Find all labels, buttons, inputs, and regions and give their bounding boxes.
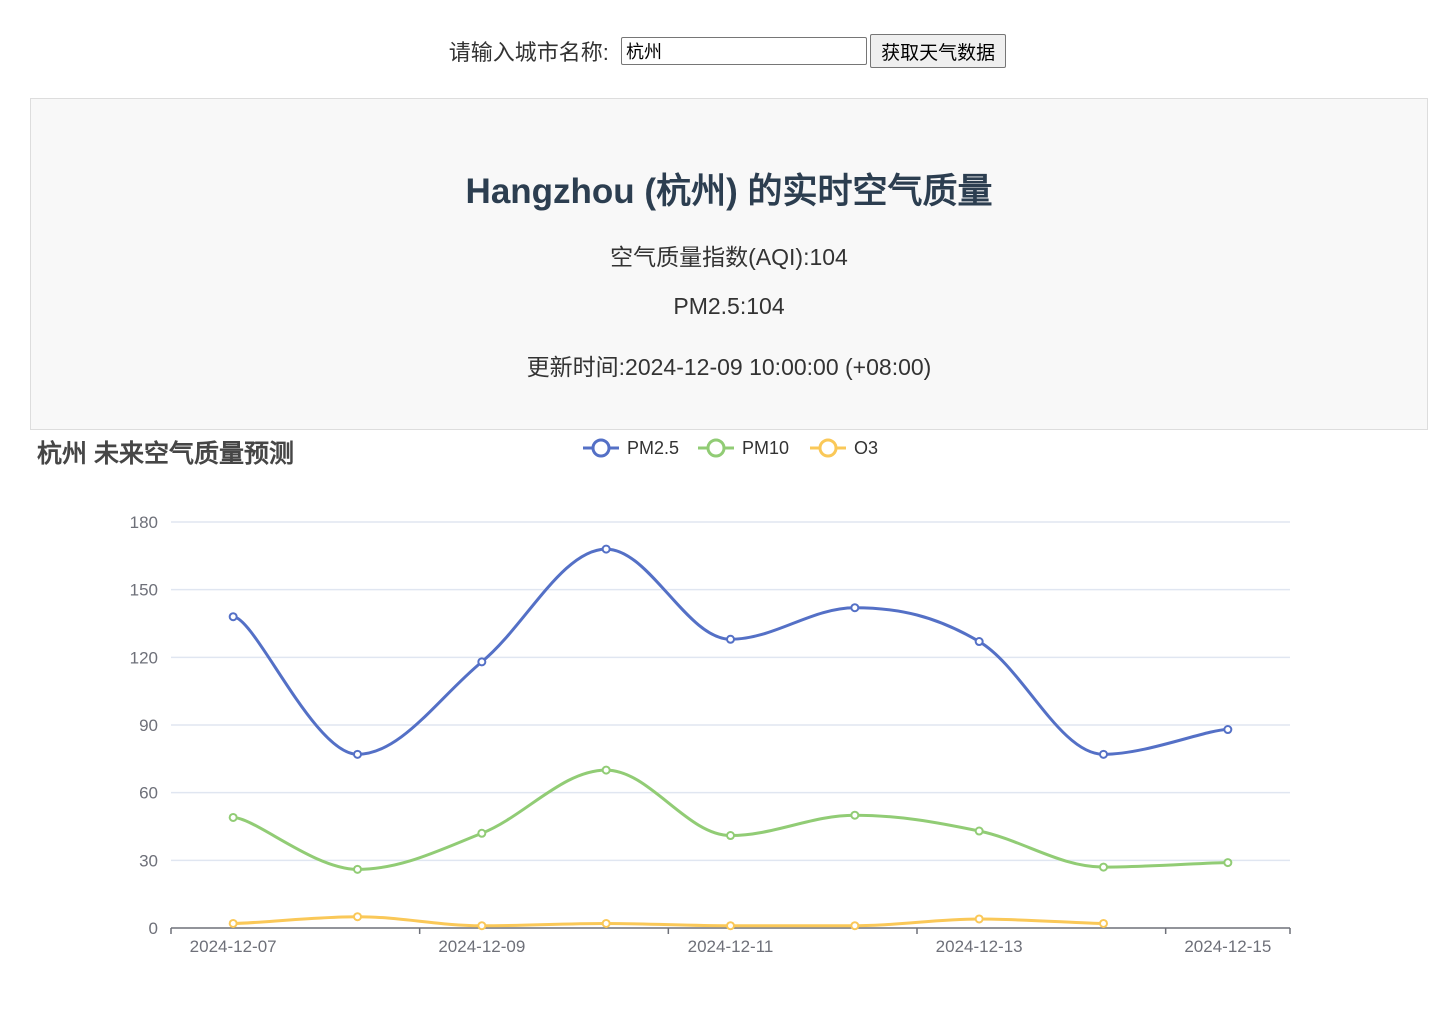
data-point[interactable] [974,826,984,836]
data-point[interactable] [353,864,362,874]
forecast-line-chart: 0 30 60 90 120 150 180 2024-12-07 2024-12-09 2024… [130,438,1291,956]
data-point[interactable] [601,765,611,775]
data-point[interactable] [726,634,735,644]
city-input[interactable] [621,37,868,65]
legend-marker [818,438,838,458]
data-point[interactable] [850,921,860,931]
pm25-value-text: PM2.5:104 [673,293,785,319]
data-point[interactable] [726,921,735,931]
fetch-weather-button[interactable]: 获取天气数据 [870,34,1007,68]
series-line-pm25 [232,547,1228,756]
data-point[interactable] [477,921,487,931]
data-point[interactable] [974,914,984,924]
data-point[interactable] [1223,858,1233,868]
aqi-value-text: 空气质量指数(AQI):104 [610,244,848,270]
city-input-label: 请输入城市名称: [448,40,609,65]
data-point[interactable] [353,749,362,759]
data-point[interactable] [477,828,487,838]
data-point[interactable] [726,831,735,841]
data-point[interactable] [1099,918,1108,928]
series-line-o3 [233,915,1104,928]
legend-label: PM10 [742,438,789,458]
data-point[interactable] [228,918,238,928]
y-tick-label: 150 [130,581,158,600]
legend-item[interactable]: PM10 [698,438,789,458]
data-point[interactable] [850,603,860,613]
x-tick-label: 2024-12-07 [190,937,277,956]
data-point[interactable] [477,657,487,667]
legend-item[interactable]: O3 [810,438,878,458]
data-point[interactable] [228,612,238,622]
legend-marker [706,438,726,458]
legend-label: O3 [854,438,878,458]
update-time-text: 更新时间:2024-12-09 10:00:00 (+08:00) [526,354,932,380]
data-point[interactable] [601,544,611,554]
data-point[interactable] [850,810,860,820]
x-tick-label: 2024-12-11 [688,937,774,956]
aqi-panel-title: Hangzhou (杭州) 的实时空气质量 [465,172,993,211]
search-bar: 请输入城市名称: 获取天气数据 [0,34,1455,68]
data-point[interactable] [1099,862,1108,872]
y-tick-label: 120 [130,648,158,667]
realtime-aqi-panel: Hangzhou (杭州) 的实时空气质量 空气质量指数(AQI):104 PM… [30,98,1428,430]
legend-label: PM2.5 [627,438,679,458]
x-tick-label: 2024-12-09 [438,937,525,956]
data-point[interactable] [228,812,238,822]
x-tick-label: 2024-12-13 [936,937,1023,956]
y-tick-label: 90 [139,716,158,735]
y-tick-label: 0 [149,919,158,938]
y-tick-label: 180 [130,513,158,532]
y-tick-label: 60 [139,784,158,803]
data-point[interactable] [353,912,362,922]
data-point[interactable] [974,637,984,647]
series-line-pm10 [232,768,1228,871]
y-tick-label: 30 [139,851,158,870]
x-tick-label: 2024-12-15 [1184,937,1271,956]
data-point[interactable] [601,918,611,928]
legend-marker [591,438,611,458]
legend-item[interactable]: PM2.5 [583,438,679,458]
data-point[interactable] [1099,749,1108,759]
data-point[interactable] [1223,725,1233,735]
